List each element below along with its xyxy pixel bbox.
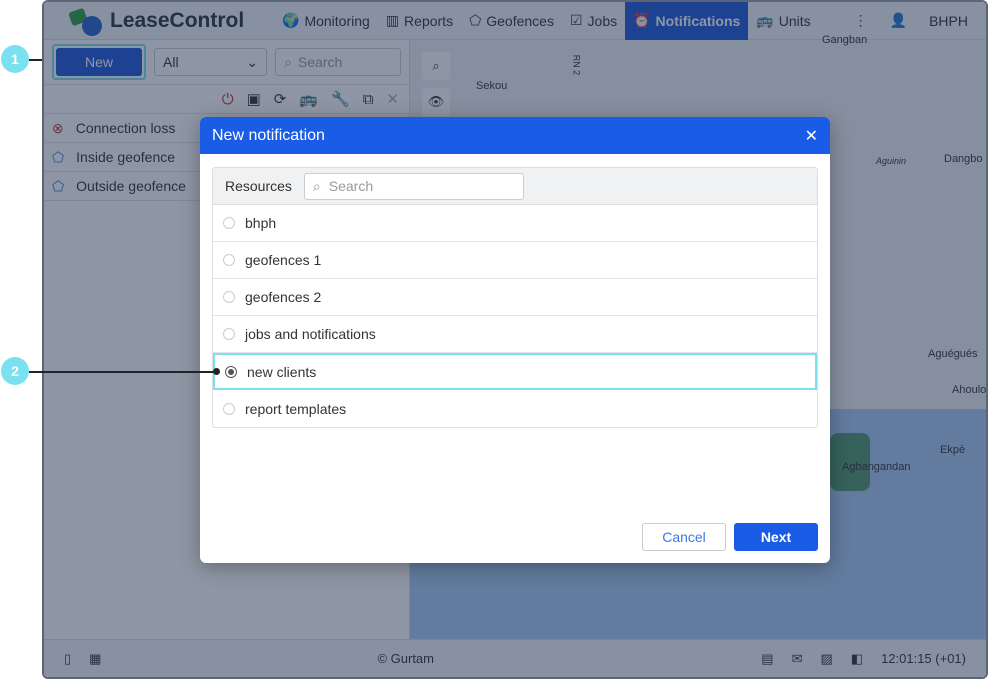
next-button[interactable]: Next xyxy=(734,523,818,551)
close-icon[interactable]: ✕ xyxy=(805,126,818,146)
dialog-title: New notification xyxy=(212,126,325,144)
callout-2: 2 xyxy=(1,357,29,385)
radio-selected[interactable] xyxy=(225,365,237,378)
cancel-button[interactable]: Cancel xyxy=(642,523,726,551)
resource-row[interactable]: report templates xyxy=(213,390,817,427)
resource-name: new clients xyxy=(247,363,317,380)
radio[interactable] xyxy=(223,402,235,415)
resource-row-selected[interactable]: new clients xyxy=(213,353,817,390)
search-icon: ⌕ xyxy=(312,177,321,194)
radio[interactable] xyxy=(223,254,235,266)
resource-row[interactable]: geofences 1 xyxy=(213,242,817,279)
callout-1: 1 xyxy=(1,45,29,73)
radio[interactable] xyxy=(223,291,235,303)
resource-name: bhph xyxy=(245,215,277,231)
resource-name: jobs and notifications xyxy=(245,326,376,342)
radio[interactable] xyxy=(223,217,235,229)
resource-row[interactable]: geofences 2 xyxy=(213,279,817,316)
resource-search-input[interactable]: ⌕ Search xyxy=(303,172,524,200)
resources-label: Resources xyxy=(225,178,292,194)
new-notification-dialog: New notification ✕ Resources ⌕ Search bhph… xyxy=(200,117,830,563)
resource-row[interactable]: jobs and notifications xyxy=(213,316,817,353)
resource-name: geofences 2 xyxy=(245,289,322,305)
radio[interactable] xyxy=(223,328,235,340)
resource-row[interactable]: bhph xyxy=(213,205,817,242)
search-placeholder: Search xyxy=(328,178,374,194)
resource-name: geofences 1 xyxy=(245,252,322,268)
resource-name: report templates xyxy=(245,400,347,417)
